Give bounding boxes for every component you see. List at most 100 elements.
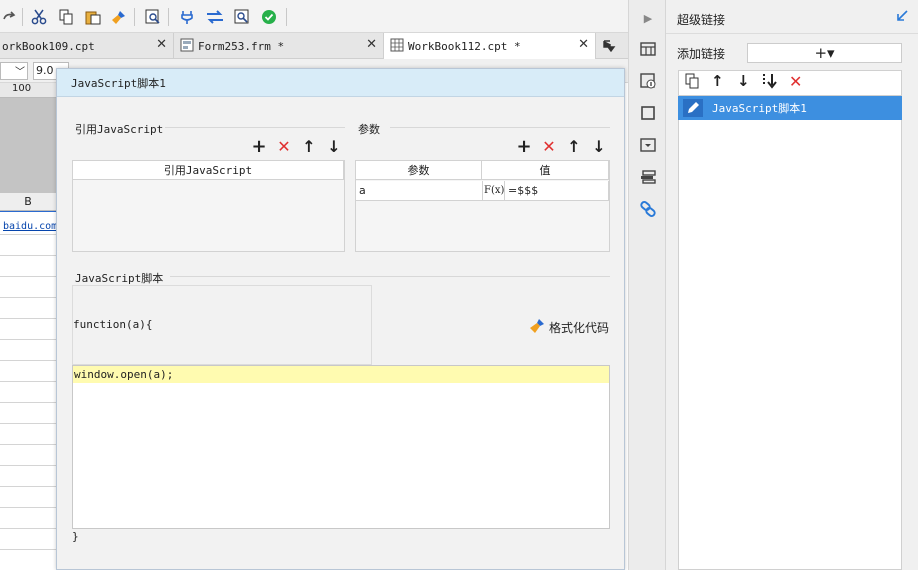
closing-brace: } xyxy=(72,530,79,543)
close-icon[interactable]: ✕ xyxy=(578,37,589,52)
format-code-label: 格式化代码 xyxy=(549,321,610,335)
section-divider xyxy=(170,276,610,277)
link-list[interactable] xyxy=(678,70,902,570)
delete-icon[interactable]: ✕ xyxy=(789,72,802,91)
param-add-button[interactable]: + xyxy=(514,135,534,157)
ref-js-table[interactable]: 引用JavaScript xyxy=(72,160,345,252)
code-text: window.open(a); xyxy=(74,368,174,381)
ref-move-down-button[interactable]: ↓ xyxy=(324,136,344,156)
property-icon-strip: ▶ xyxy=(628,0,666,570)
grid-line xyxy=(0,549,56,550)
collapse-arrow-icon[interactable]: ▶ xyxy=(638,8,658,28)
param-move-up-button[interactable]: ↑ xyxy=(564,136,584,156)
grid-line xyxy=(0,402,56,403)
ref-delete-button[interactable]: ✕ xyxy=(274,136,294,156)
toolbar-separator xyxy=(286,8,287,26)
grid-line xyxy=(0,381,56,382)
swap-icon[interactable] xyxy=(206,8,224,26)
ref-js-column-header: 引用JavaScript xyxy=(73,161,344,180)
add-link-button[interactable]: +▾ xyxy=(747,43,902,63)
param-name-cell[interactable]: a xyxy=(356,181,483,201)
arrow-up-icon: ↑ xyxy=(567,136,581,156)
ruler-value: 100 xyxy=(12,83,32,94)
column-header-b[interactable]: B xyxy=(0,193,56,211)
connect-icon[interactable] xyxy=(178,8,196,26)
arrow-up-icon[interactable]: ↑ xyxy=(711,72,724,90)
param-table[interactable]: 参数 值 a F(x) =$$$ xyxy=(355,160,610,252)
section-divider xyxy=(165,127,345,128)
code-editor[interactable]: window.open(a); xyxy=(72,365,610,529)
hyperlink-icon[interactable] xyxy=(638,199,658,219)
font-size-value: 9.0 xyxy=(36,64,54,77)
main-toolbar xyxy=(0,0,628,33)
hyperlink-panel: 超级链接 添加链接 +▾ ↑ ↓ ✕ JavaScript脚本1 xyxy=(666,0,918,570)
selection-line xyxy=(0,211,56,212)
copy-icon[interactable] xyxy=(57,8,75,26)
ref-add-button[interactable]: + xyxy=(249,135,269,157)
form-file-icon xyxy=(180,38,194,55)
close-icon[interactable]: ✕ xyxy=(366,37,377,52)
dialog-title-bar[interactable]: JavaScript脚本1 xyxy=(57,69,624,97)
panel-divider xyxy=(666,33,918,34)
grid-line xyxy=(0,507,56,508)
param-value-cell[interactable]: =$$$ xyxy=(505,181,609,201)
close-icon[interactable]: ✕ xyxy=(156,37,167,52)
javascript-dialog: JavaScript脚本1 引用JavaScript + ✕ ↑ ↓ 引用Jav… xyxy=(56,68,625,570)
format-code-button[interactable]: 格式化代码 xyxy=(529,318,609,337)
tab-workbook109[interactable]: orkBook109.cpt ✕ xyxy=(0,33,174,59)
search-preview-icon[interactable] xyxy=(233,8,251,26)
code-line-1[interactable]: window.open(a); xyxy=(73,366,609,383)
expand-icon[interactable] xyxy=(895,9,909,26)
delete-icon: ✕ xyxy=(277,136,291,156)
check-icon[interactable] xyxy=(260,8,278,26)
ref-move-up-button[interactable]: ↑ xyxy=(299,136,319,156)
cell-attributes-icon[interactable] xyxy=(638,39,658,59)
cut-icon[interactable] xyxy=(30,8,48,26)
tab-label: WorkBook112.cpt * xyxy=(408,39,521,53)
grid-line xyxy=(0,444,56,445)
border-icon[interactable] xyxy=(638,103,658,123)
preview-icon[interactable] xyxy=(144,8,162,26)
condition-icon[interactable] xyxy=(638,135,658,155)
grid-line xyxy=(0,255,56,256)
font-family-select[interactable]: ﹀ xyxy=(0,62,28,80)
move-bottom-icon[interactable] xyxy=(761,73,779,92)
column-header-label: B xyxy=(24,195,32,208)
cell-hyperlink[interactable]: baidu.com xyxy=(3,221,57,232)
delete-icon: ✕ xyxy=(542,136,556,156)
param-move-down-button[interactable]: ↓ xyxy=(589,136,609,156)
script-section-label: JavaScript脚本 xyxy=(75,272,164,285)
link-list-item[interactable]: JavaScript脚本1 xyxy=(678,96,902,120)
stack-icon[interactable] xyxy=(638,167,658,187)
arrow-down-icon[interactable]: ↓ xyxy=(737,72,750,90)
grid-line xyxy=(0,486,56,487)
arrow-down-icon: ↓ xyxy=(592,136,606,156)
add-link-label: 添加链接 xyxy=(677,47,726,61)
formula-button[interactable]: F(x) xyxy=(483,181,505,201)
param-delete-button[interactable]: ✕ xyxy=(539,136,559,156)
toolbar-separator xyxy=(22,8,23,26)
plus-icon: + xyxy=(251,135,267,157)
grid-line xyxy=(0,234,56,235)
tab-menu-icon[interactable] xyxy=(602,38,616,55)
function-signature: function(a){ xyxy=(73,318,153,331)
tab-label: Form253.frm * xyxy=(198,39,285,53)
tab-workbook112[interactable]: WorkBook112.cpt * ✕ xyxy=(384,33,596,59)
grid-line xyxy=(0,297,56,298)
toolbar-separator xyxy=(134,8,135,26)
ruler: 100 xyxy=(0,83,56,98)
widget-settings-icon[interactable] xyxy=(638,71,658,91)
copy-icon[interactable] xyxy=(684,73,700,92)
broom-icon xyxy=(529,318,545,337)
plus-icon: + xyxy=(516,135,532,157)
grid-line xyxy=(0,276,56,277)
section-divider xyxy=(390,127,610,128)
grid-line xyxy=(0,423,56,424)
tab-form253[interactable]: Form253.frm * ✕ xyxy=(174,33,384,59)
redo-icon[interactable] xyxy=(0,8,18,26)
paste-icon[interactable] xyxy=(84,8,102,26)
grid-line xyxy=(0,465,56,466)
grid-line xyxy=(0,528,56,529)
format-brush-icon[interactable] xyxy=(110,8,128,26)
grid-line xyxy=(0,360,56,361)
